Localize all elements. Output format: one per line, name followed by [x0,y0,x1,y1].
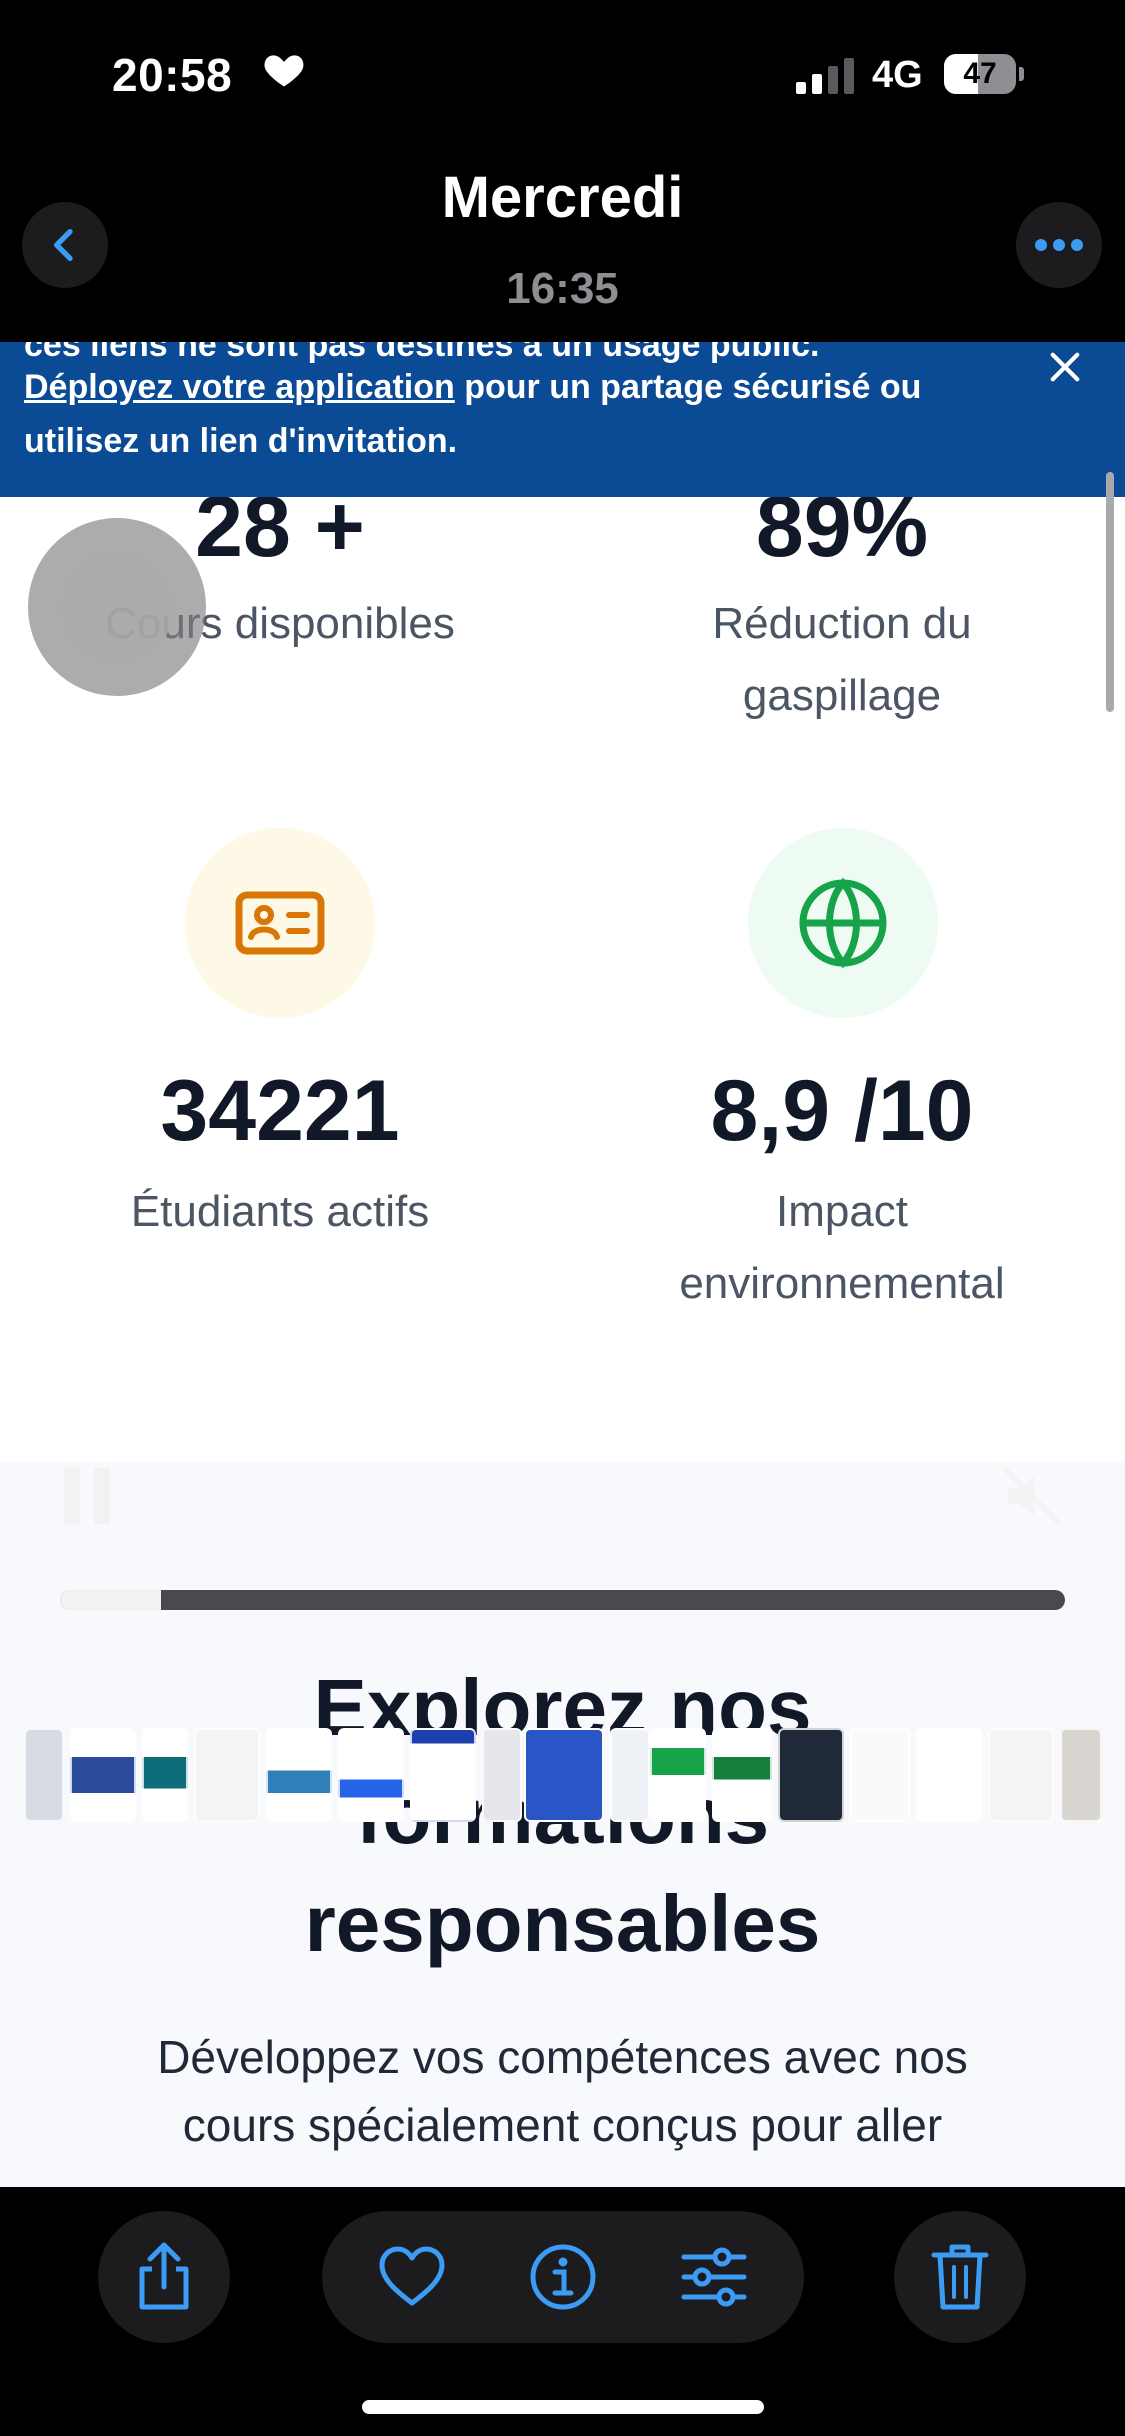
stat-impact-label: Impact environnemental [679,1187,1005,1308]
stat-impact-value: 8,9 /10 [710,1063,974,1159]
heart-icon[interactable] [376,2241,448,2313]
stat-waste-label: Réduction du gaspillage [712,599,972,720]
trash-icon [931,2244,989,2310]
status-bar: 20:58 4G 47 [0,0,1125,150]
touch-indicator [28,518,206,696]
thumbnail[interactable] [24,1728,64,1822]
stat-students-label: Étudiants actifs [130,1187,430,1236]
thumbnail[interactable] [142,1728,188,1822]
thumbnail[interactable] [482,1728,522,1822]
photo-header: Mercredi 16:35 [0,150,1125,342]
thumbnail[interactable] [1060,1728,1102,1822]
sliders-icon[interactable] [678,2241,750,2313]
id-card-icon [235,891,325,955]
chevron-left-icon [54,229,73,261]
section-desc-line-2: cours spécialement conçus pour aller [182,2099,943,2151]
ellipsis-icon [1035,239,1083,251]
banner-line-1: Déployez votre application pour un parta… [24,368,921,407]
header-subtitle: 16:35 [506,264,619,313]
thumbnail[interactable] [988,1728,1054,1822]
section-heading-line-3: responsables [304,1879,821,1968]
thumbnail[interactable] [610,1728,650,1822]
photo-actions-group [322,2211,804,2343]
battery-level: 47 [963,57,997,90]
video-content[interactable]: ces liens ne sont pas destinés à un usag… [0,342,1125,2187]
more-button[interactable] [1016,202,1102,288]
heart-icon [264,55,304,87]
scrollbar[interactable] [1106,472,1114,712]
banner-line-2: utilisez un lien d'invitation. [24,422,458,460]
close-icon[interactable] [1044,346,1086,388]
network-type: 4G [872,54,923,96]
thumbnail[interactable] [524,1728,604,1822]
info-icon[interactable] [527,2241,599,2313]
battery-icon: 47 [944,54,1024,94]
video-progress [60,1590,161,1610]
deploy-link[interactable]: Déployez votre application [24,368,455,406]
thumbnail-strip[interactable] [0,1728,1125,1838]
globe-icon [799,877,887,969]
delete-button[interactable] [894,2211,1026,2343]
thumbnail[interactable] [70,1728,136,1822]
home-indicator[interactable] [362,2400,764,2414]
thumbnail[interactable] [194,1728,260,1822]
speaker-muted-icon[interactable] [1000,1466,1064,1526]
pause-button[interactable] [64,1468,112,1524]
share-button[interactable] [98,2211,230,2343]
header-title: Mercredi [441,165,684,230]
thumbnail[interactable] [650,1728,706,1822]
thumbnail[interactable] [778,1728,844,1822]
thumbnail[interactable] [850,1728,910,1822]
students-icon-badge [185,828,375,1018]
notice-banner: ces liens ne sont pas destinés à un usag… [0,342,1125,497]
status-time: 20:58 [112,49,233,101]
thumbnail[interactable] [712,1728,772,1822]
stat-students-value: 34221 [160,1063,400,1159]
signal-icon [796,58,854,94]
bottom-toolbar [0,2187,1125,2436]
impact-icon-badge [748,828,938,1018]
thumbnail[interactable] [266,1728,332,1822]
banner-cut-line: ces liens ne sont pas destinés à un usag… [24,342,820,364]
banner-line-1-rest: pour un partage sécurisé ou [454,368,922,406]
video-scrubber[interactable] [60,1590,1065,1610]
thumbnail[interactable] [916,1728,982,1822]
share-icon [139,2242,189,2310]
pause-icon [64,1468,80,1524]
thumbnail[interactable] [338,1728,404,1822]
section-desc-line-1: Développez vos compétences avec nos [157,2031,968,2083]
thumbnail[interactable] [410,1728,476,1822]
